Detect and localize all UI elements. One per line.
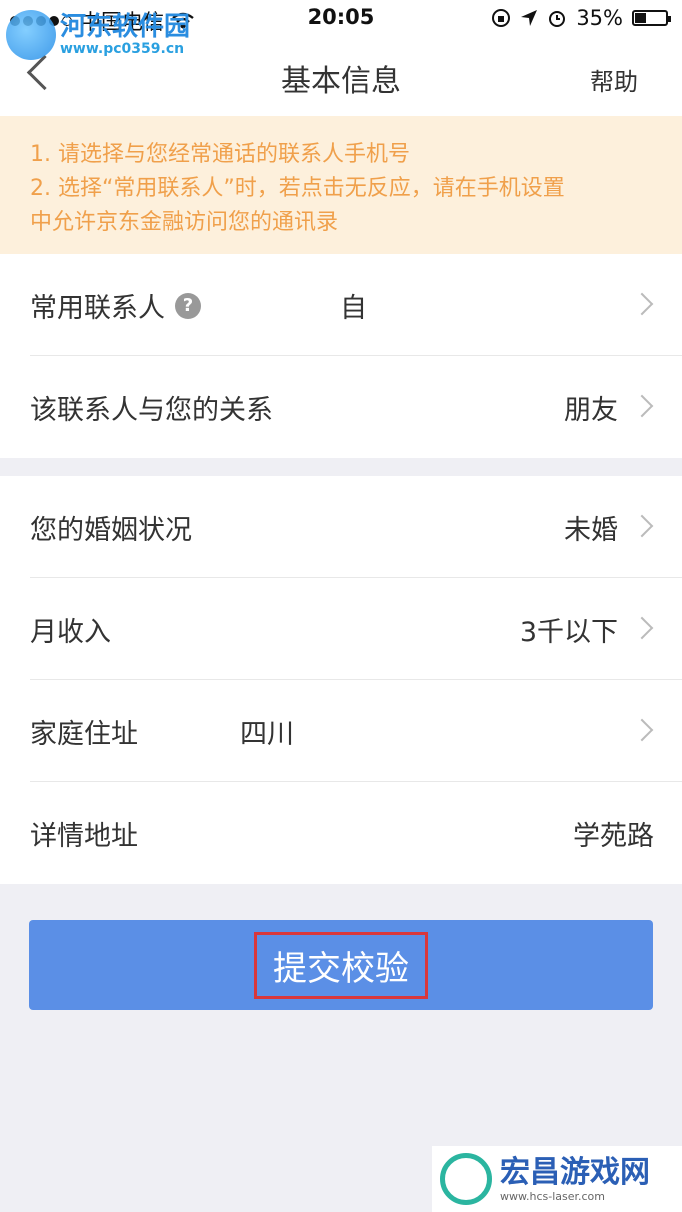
detail-label: 详情地址 bbox=[30, 821, 138, 852]
watermark-top: 河东软件园 www.pc0359.cn bbox=[6, 10, 190, 60]
battery-icon bbox=[632, 10, 671, 26]
detail-value[interactable]: 学苑路 bbox=[573, 814, 654, 853]
notice-line: 1. 请选择与您经常通话的联系人手机号 bbox=[30, 142, 410, 167]
chevron-right-icon bbox=[630, 292, 654, 316]
page-title: 基本信息 bbox=[281, 64, 401, 99]
dragon-logo-icon bbox=[440, 1153, 492, 1205]
rotation-lock-icon bbox=[492, 9, 511, 27]
notice-banner: 1. 请选择与您经常通话的联系人手机号 2. 选择“常用联系人”时，若点击无反应… bbox=[0, 116, 682, 254]
alarm-icon bbox=[549, 11, 566, 27]
chevron-right-icon bbox=[630, 514, 654, 538]
help-button[interactable]: 帮助 bbox=[590, 62, 638, 97]
contact-label-text: 常用联系人 bbox=[30, 293, 165, 324]
relation-value: 朋友 bbox=[564, 395, 618, 426]
contact-value: 自 bbox=[340, 293, 367, 324]
address-label: 家庭住址 bbox=[30, 719, 138, 750]
watermark-logo-icon bbox=[6, 10, 56, 60]
chevron-right-icon bbox=[630, 394, 654, 418]
question-mark-icon[interactable]: ? bbox=[175, 292, 201, 319]
marital-value: 未婚 bbox=[564, 515, 618, 546]
contact-group: 常用联系人 ? 自 该联系人与您的关系 朋友 bbox=[0, 254, 682, 458]
status-right: 35% bbox=[491, 6, 671, 30]
income-value: 3千以下 bbox=[519, 617, 618, 648]
submit-button[interactable]: 提交校验 bbox=[29, 920, 653, 1010]
notice-line: 中允许京东金融访问您的通讯录 bbox=[30, 210, 339, 235]
chevron-right-icon bbox=[630, 616, 654, 640]
detail-row[interactable]: 详情地址 学苑路 bbox=[0, 782, 682, 884]
watermark-bottom: 宏昌游戏网 www.hcs-laser.com bbox=[432, 1146, 682, 1212]
watermark-url: www.pc0359.cn bbox=[60, 41, 185, 57]
contact-label: 常用联系人 ? bbox=[30, 286, 201, 325]
watermark-bottom-name: 宏昌游戏网 bbox=[500, 1154, 650, 1190]
watermark-bottom-url: www.hcs-laser.com bbox=[500, 1189, 605, 1203]
contact-row[interactable]: 常用联系人 ? 自 bbox=[0, 254, 682, 356]
chevron-right-icon bbox=[630, 718, 654, 742]
income-row[interactable]: 月收入 3千以下 bbox=[0, 578, 682, 680]
marital-row[interactable]: 您的婚姻状况 未婚 bbox=[0, 476, 682, 578]
watermark-name: 河东软件园 bbox=[60, 12, 191, 42]
marital-label: 您的婚姻状况 bbox=[30, 515, 192, 546]
relation-label: 该联系人与您的关系 bbox=[30, 395, 273, 426]
income-label: 月收入 bbox=[30, 617, 111, 648]
notice-line: 2. 选择“常用联系人”时，若点击无反应，请在手机设置 bbox=[30, 176, 565, 201]
relation-row[interactable]: 该联系人与您的关系 朋友 bbox=[0, 356, 682, 458]
battery-percent: 35% bbox=[576, 6, 623, 30]
location-arrow-icon bbox=[521, 10, 538, 26]
address-row[interactable]: 家庭住址 四川 bbox=[0, 680, 682, 782]
submit-label: 提交校验 bbox=[254, 931, 428, 999]
address-value: 四川 bbox=[240, 719, 294, 750]
info-group: 您的婚姻状况 未婚 月收入 3千以下 家庭住址 四川 详情地址 学苑路 bbox=[0, 476, 682, 884]
